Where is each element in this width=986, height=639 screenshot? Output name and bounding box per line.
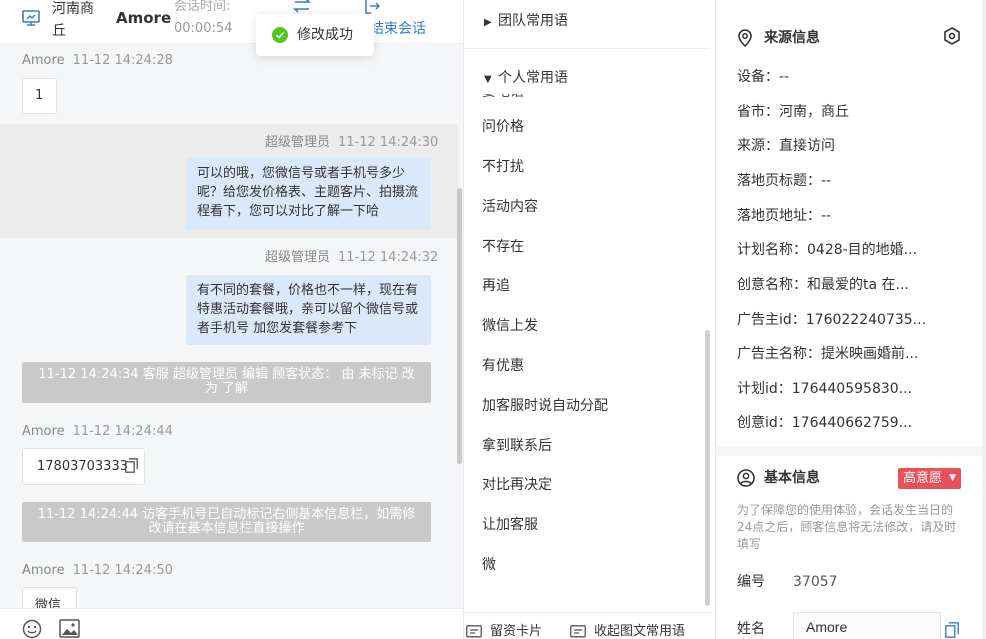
- system-note: 11-12 14:24:44 访客手机号已自动标记右侧基本信息栏，如需修改请在基…: [22, 502, 431, 542]
- transfer-icon[interactable]: [292, 0, 312, 14]
- phrase-item[interactable]: 问价格: [482, 117, 524, 137]
- message-list[interactable]: Amore 11-12 14:24:28 1 超级管理员 11-12 14:24:3…: [0, 44, 458, 608]
- message-bubble[interactable]: 1: [22, 78, 57, 114]
- section-divider: [716, 446, 986, 456]
- message-time: 11-12 14:24:44: [72, 424, 173, 439]
- phrase-item[interactable]: 活动内容: [482, 197, 538, 217]
- agent-message-bubble[interactable]: 有不同的套餐，价格也不一样，现在有特惠活动套餐哦，亲可以留个微信号或者手机号 加…: [186, 275, 431, 345]
- message-meta: Amore 11-12 14:24:44: [22, 423, 173, 441]
- agent-message-bubble[interactable]: 可以的哦，您微信号或者手机号多少呢？给您发价格表、主题客片、拍摄流程看下，您可以…: [186, 158, 431, 230]
- source-field-advertiser-id: 广告主id：176022240735...: [737, 312, 927, 328]
- sender-name: Amore: [22, 53, 65, 68]
- visitor-location: 河南商丘: [52, 1, 94, 39]
- session-time-label: 会话时间:: [174, 0, 231, 14]
- source-field-plan-name: 计划名称：0428-目的地婚...: [737, 242, 918, 258]
- user-circle-icon: [737, 469, 755, 487]
- message-bubble[interactable]: 微信: [22, 587, 77, 608]
- intent-level-dropdown[interactable]: 高意愿 ▼: [898, 468, 961, 489]
- copy-icon[interactable]: [945, 622, 959, 638]
- collapse-icon: [570, 625, 586, 638]
- end-session-button[interactable]: 结束会话: [370, 20, 426, 38]
- phrase-item[interactable]: 对比再决定: [482, 475, 552, 495]
- caret-down-icon: ▼: [949, 473, 956, 483]
- phrase-item[interactable]: 加客服时说自动分配: [482, 396, 608, 416]
- intent-level-value: 高意愿: [903, 471, 943, 486]
- phone-number-text: 17803703333: [37, 459, 128, 474]
- phrase-item[interactable]: 微: [482, 555, 496, 575]
- emoji-icon[interactable]: [22, 619, 42, 639]
- phrase-list[interactable]: 要电话 问价格 不打扰 活动内容 不存在 再追 微信上发 有优惠 加客服时说自动…: [464, 94, 710, 600]
- message-meta: 超级管理员 11-12 14:24:30: [265, 134, 438, 152]
- source-field-creative-name: 创意名称：和最爱的ta 在...: [737, 277, 909, 293]
- sender-name: Amore: [22, 424, 65, 439]
- image-upload-icon[interactable]: [59, 619, 80, 638]
- customer-name-field[interactable]: [793, 612, 941, 639]
- phrase-item[interactable]: 再追: [482, 276, 510, 296]
- success-check-icon: [272, 27, 288, 43]
- message-time: 11-12 14:24:28: [72, 53, 173, 68]
- chat-scrollbar[interactable]: [457, 188, 462, 464]
- sender-name: 超级管理员: [265, 250, 331, 265]
- location-pin-icon: [738, 29, 752, 47]
- lead-card-button[interactable]: 留资卡片: [466, 623, 542, 639]
- caret-down-icon: ▼: [484, 74, 492, 85]
- edit-notice: 为了保障您的使用体验，会话发生当日的24点之后，顾客信息将无法修改，请及时填写: [737, 503, 957, 551]
- chat-header: 河南商丘 Amore 会话时间: 00:00:54 结束会话: [0, 0, 463, 44]
- system-note: 11-12 14:24:34 客服 超级管理员 编辑 顾客状态： 由 未标记 改…: [22, 362, 431, 403]
- message-meta: Amore 11-12 14:24:28: [22, 52, 173, 70]
- team-phrases-label: 团队常用语: [498, 13, 568, 29]
- phrase-item[interactable]: 有优惠: [482, 356, 524, 376]
- phrase-item[interactable]: 拿到联系后: [482, 436, 552, 456]
- phrase-item[interactable]: 微信上发: [482, 316, 538, 336]
- page-scrollbar[interactable]: [982, 0, 986, 639]
- personal-phrases-toggle[interactable]: ▼ 个人常用语: [484, 68, 704, 90]
- phrase-item[interactable]: 要电话: [482, 94, 524, 102]
- basic-info-title: 基本信息: [737, 468, 820, 488]
- divider: [464, 48, 710, 49]
- toast-message: 修改成功: [297, 27, 353, 43]
- monitor-icon: [22, 10, 40, 26]
- source-field-advertiser-name: 广告主名称：提米映画婚前...: [737, 346, 919, 362]
- source-field-landing-title: 落地页标题：--: [737, 173, 832, 189]
- source-field-creative-id: 创意id：176440662759...: [737, 415, 913, 431]
- message-time: 11-12 14:24:50: [72, 563, 173, 578]
- settings-target-icon[interactable]: [943, 27, 961, 45]
- customer-info-panel: 来源信息 设备：-- 省市：河南，商丘 来源：直接访问 落地页标题：-- 落地页…: [716, 0, 986, 639]
- customer-id-label: 编号: [737, 574, 765, 590]
- message-time: 11-12 14:24:30: [338, 135, 439, 150]
- source-info-title: 来源信息: [737, 28, 820, 48]
- collapse-phrases-button[interactable]: 收起图文常用语: [570, 623, 685, 639]
- card-icon: [466, 625, 482, 638]
- collapse-phrases-label: 收起图文常用语: [594, 624, 686, 639]
- message-time: 11-12 14:24:32: [338, 250, 439, 265]
- customer-id-value: 37057: [793, 574, 838, 590]
- sender-name: 超级管理员: [265, 135, 331, 150]
- phrases-footer: 留资卡片 收起图文常用语: [464, 612, 716, 639]
- personal-phrases-label: 个人常用语: [498, 70, 568, 86]
- caret-right-icon: ▶: [484, 17, 492, 28]
- team-phrases-toggle[interactable]: ▶ 团队常用语: [484, 11, 568, 33]
- source-field-landing-url: 落地页地址：--: [737, 208, 832, 224]
- source-field-source: 来源：直接访问: [737, 138, 835, 154]
- end-session-icon[interactable]: [364, 0, 380, 14]
- phrase-item[interactable]: 不存在: [482, 237, 524, 257]
- message-meta: 超级管理员 11-12 14:24:32: [265, 249, 438, 267]
- session-time-value: 00:00:54: [174, 21, 233, 36]
- source-field-device: 设备：--: [737, 69, 790, 85]
- message-meta: Amore 11-12 14:24:50: [22, 562, 173, 580]
- source-field-province: 省市：河南，商丘: [737, 104, 849, 120]
- copy-icon[interactable]: [125, 458, 138, 473]
- phrase-scrollbar[interactable]: [705, 330, 710, 606]
- phrase-item[interactable]: 让加客服: [482, 515, 538, 535]
- chat-workspace: 河南商丘 Amore 会话时间: 00:00:54 结束会话 修改成功 Amor…: [0, 0, 986, 639]
- phrase-item[interactable]: 不打扰: [482, 157, 524, 177]
- chat-panel: 河南商丘 Amore 会话时间: 00:00:54 结束会话 修改成功 Amor…: [0, 0, 464, 639]
- chat-toolbar: [0, 608, 463, 639]
- visitor-name: Amore: [116, 9, 172, 27]
- customer-name-label: 姓名: [737, 621, 765, 637]
- quick-phrases-panel: ▶ 团队常用语 要电话 问价格 不打扰 活动内容 不存在 再追 微信上发 有优惠 …: [464, 0, 716, 639]
- success-toast: 修改成功: [256, 14, 374, 56]
- source-field-plan-id: 计划id：176440595830...: [737, 381, 913, 397]
- sender-name: Amore: [22, 563, 65, 578]
